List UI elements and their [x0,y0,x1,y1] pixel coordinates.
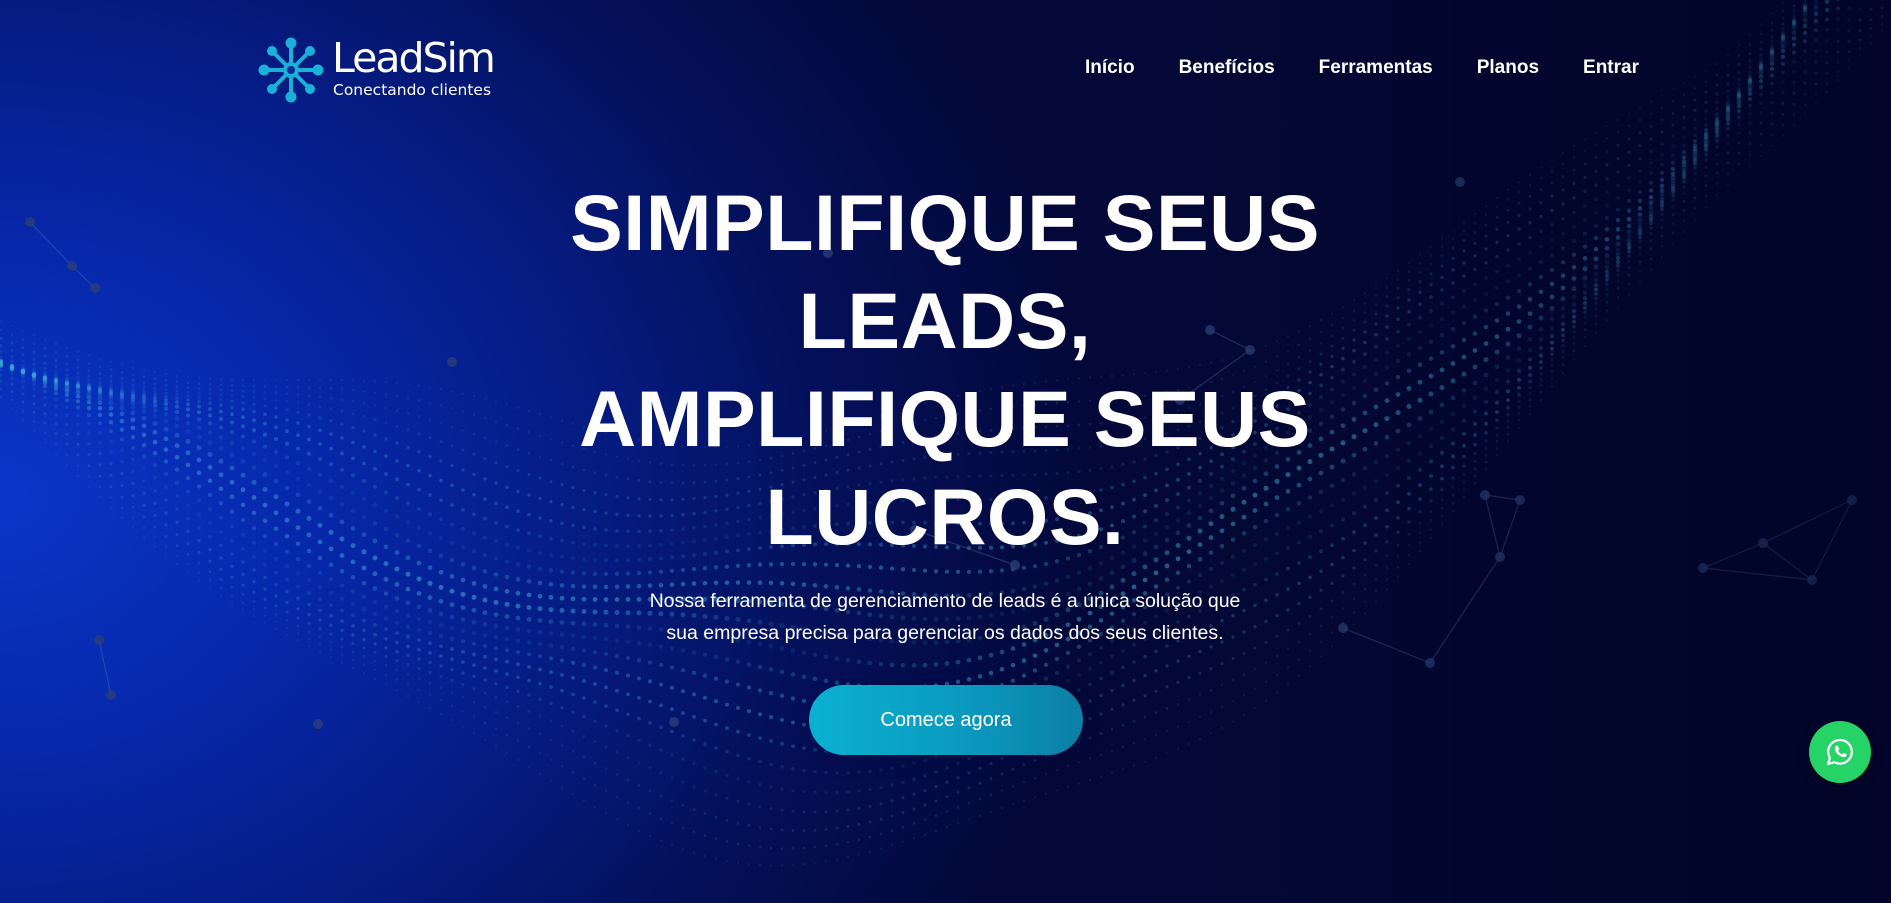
hero-title-line: LEADS, [798,276,1092,365]
get-started-button[interactable]: Comece agora [809,685,1083,755]
network-nodes-icon [258,37,324,103]
nav-item-beneficios[interactable]: Benefícios [1179,56,1275,80]
hero-subtitle-line: sua empresa precisa para gerenciar os da… [666,622,1224,644]
site-header: LeadSim Conectando clientes Início Benef… [0,0,1891,140]
brand-tagline: Conectando clientes [333,81,492,99]
brand-name: LeadSim [332,34,496,82]
nav-item-ferramentas[interactable]: Ferramentas [1319,56,1433,80]
hero-subtitle-line: Nossa ferramenta de gerenciamento de lea… [649,590,1241,612]
nav-item-inicio[interactable]: Início [1085,56,1135,80]
hero-title: SIMPLIFIQUE SEUS LEADS, AMPLIFIQUE SEUS … [345,174,1545,566]
nav-item-entrar[interactable]: Entrar [1583,56,1639,80]
main-nav: Início Benefícios Ferramentas Planos Ent… [1085,56,1639,80]
hero-subtitle: Nossa ferramenta de gerenciamento de lea… [545,585,1345,649]
whatsapp-button[interactable] [1809,721,1871,783]
hero-title-line: LUCROS. [765,472,1125,561]
hero-title-line: AMPLIFIQUE SEUS [579,374,1311,463]
whatsapp-icon [1826,738,1853,766]
brand-logo[interactable]: LeadSim Conectando clientes [258,34,498,104]
nav-item-planos[interactable]: Planos [1477,56,1539,80]
hero-title-line: SIMPLIFIQUE SEUS [570,178,1320,267]
